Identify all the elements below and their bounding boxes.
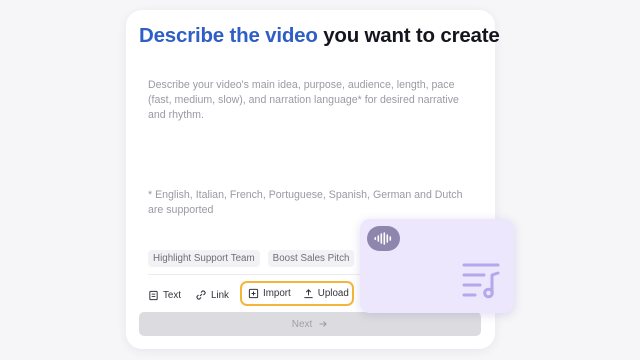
page-background: Describe the video you want to create De… [0,0,640,360]
arrow-right-icon [319,321,328,327]
page-title-highlight: Describe the video [139,24,318,47]
suggestion-chip[interactable]: Boost Sales Pitch [267,250,355,267]
page-title-rest: you want to create [317,24,500,47]
next-button-label: Next [291,318,313,330]
language-support-note: * English, Italian, French, Portuguese, … [148,189,463,216]
text-button[interactable]: Text [148,290,181,301]
document-icon [149,290,158,300]
import-upload-group: Import Upload [240,281,354,306]
import-button-label: Import [263,288,291,299]
import-button[interactable]: Import [248,288,291,299]
link-button[interactable]: Link [195,289,229,301]
music-playlist-icon [462,263,500,299]
plus-square-icon [248,288,259,299]
sound-wave-icon [374,232,392,245]
input-toolbar: Text Link [148,287,243,303]
audio-upload-preview [360,219,514,313]
suggestion-chip[interactable]: Highlight Support Team [148,250,260,267]
upload-icon [304,289,313,299]
link-button-label: Link [210,289,229,301]
text-button-label: Text [163,289,181,301]
sound-wave-badge [367,226,400,251]
upload-button-label: Upload [317,288,349,299]
link-icon [196,290,206,300]
suggestion-chips: Highlight Support Team Boost Sales Pitch [148,250,355,267]
page-title: Describe the video you want to create [139,24,500,48]
next-button[interactable]: Next [139,312,481,336]
description-input[interactable]: Describe your video's main idea, purpose… [148,78,478,123]
upload-button[interactable]: Upload [303,288,349,299]
